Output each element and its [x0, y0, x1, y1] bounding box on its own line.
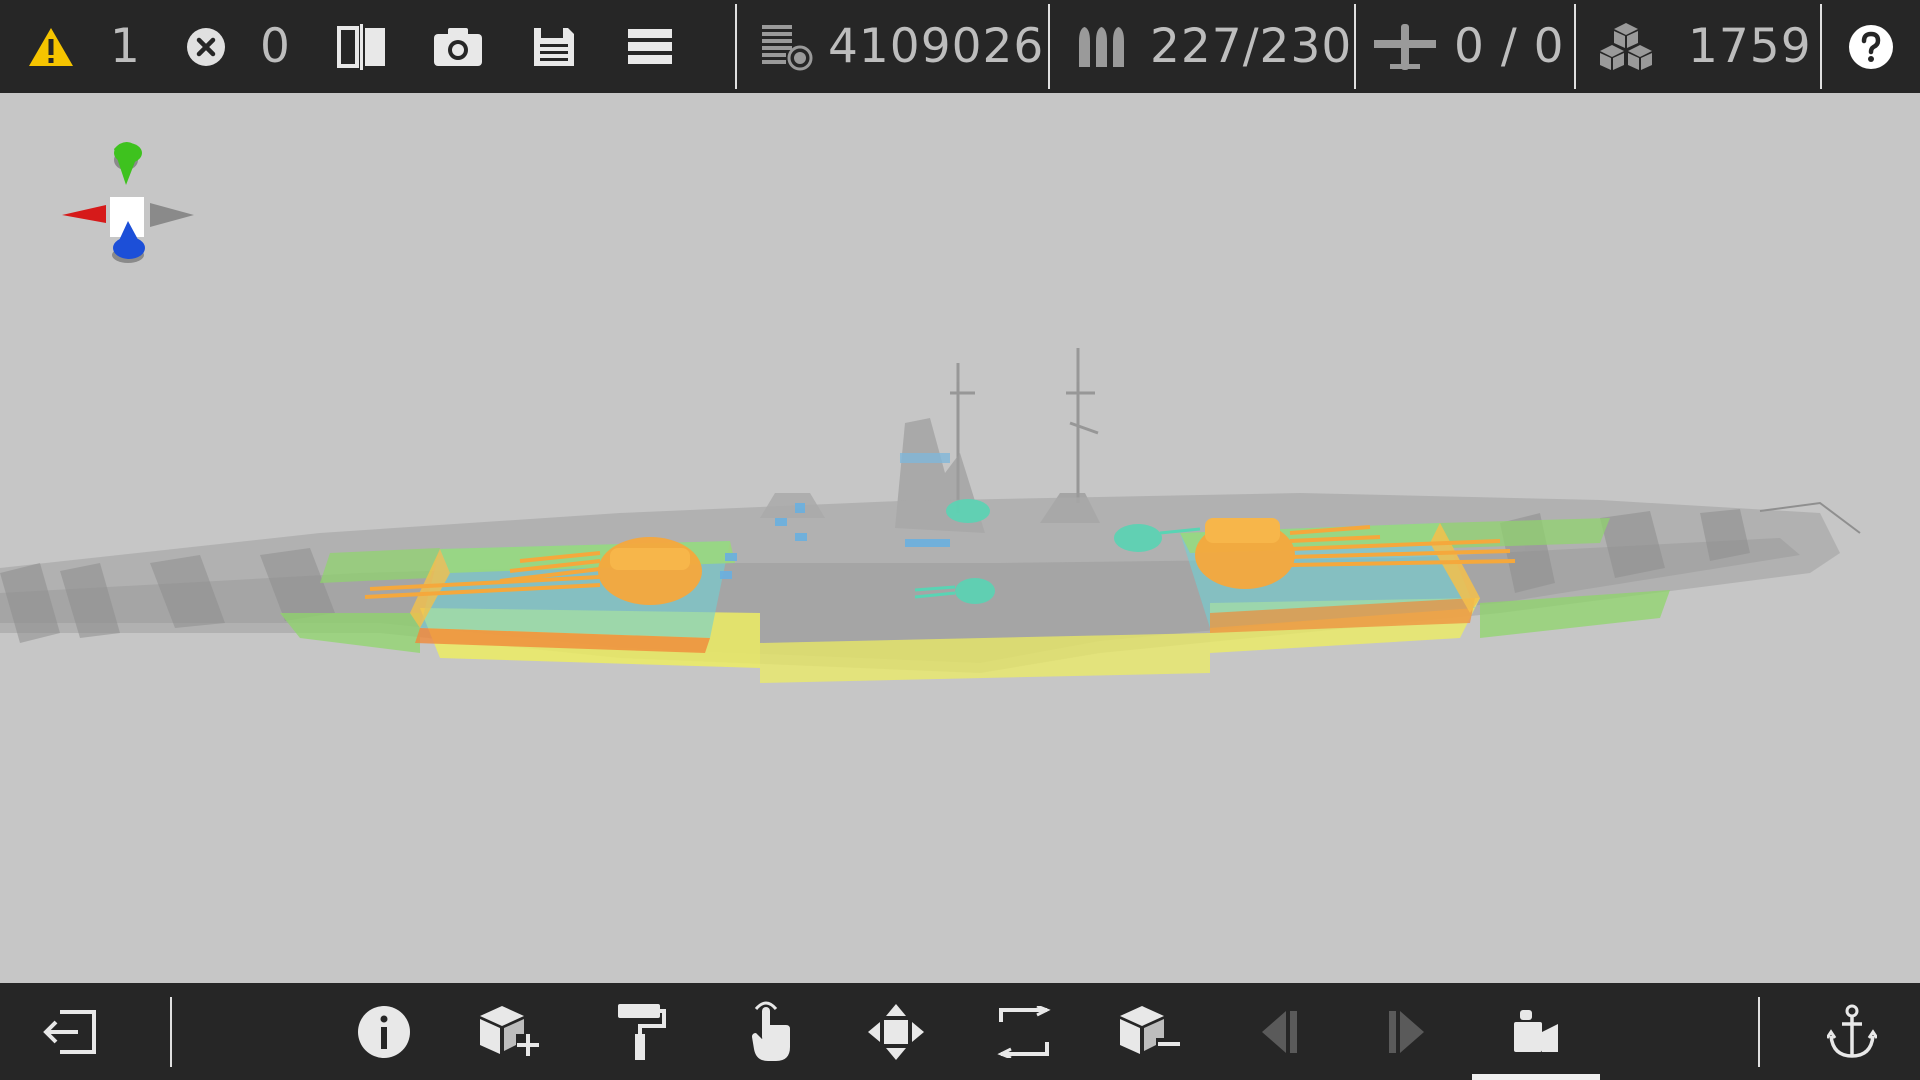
- errors-count: 0: [260, 19, 291, 74]
- battleship-model[interactable]: [0, 93, 1920, 983]
- blocks-icon: [1600, 22, 1652, 70]
- remove-block-icon: [1120, 1005, 1180, 1054]
- next-button[interactable]: [1374, 983, 1438, 1080]
- blocks-value: 1759: [1688, 19, 1812, 74]
- next-icon: [1389, 1010, 1424, 1053]
- warnings-button[interactable]: 1: [28, 0, 141, 93]
- separator: [1048, 4, 1050, 89]
- ammo-value: 227/230: [1150, 19, 1353, 74]
- 3d-viewport[interactable]: [0, 93, 1920, 983]
- add-block-icon: [480, 1005, 539, 1056]
- aircraft-icon: [1374, 23, 1436, 70]
- error-icon: [187, 27, 225, 66]
- cost-stat: 4109026: [760, 0, 1044, 93]
- active-tool-indicator: [1472, 1074, 1600, 1080]
- move-icon: [868, 1003, 924, 1060]
- mirror-icon: [337, 23, 385, 70]
- select-hand-icon: [752, 1001, 790, 1061]
- help-button[interactable]: [1848, 0, 1894, 93]
- previous-button[interactable]: [1248, 983, 1312, 1080]
- separator: [1758, 997, 1760, 1067]
- info-icon: [358, 1005, 410, 1058]
- aircraft-value: 0 / 0: [1454, 19, 1565, 74]
- move-button[interactable]: [864, 983, 928, 1080]
- screenshot-button[interactable]: [432, 0, 484, 93]
- menu-button[interactable]: [628, 0, 672, 93]
- add-block-button[interactable]: [478, 983, 542, 1080]
- separator: [735, 4, 737, 89]
- save-icon: [534, 27, 574, 66]
- separator: [1574, 4, 1576, 89]
- blocks-stat: 1759: [1598, 0, 1812, 93]
- mirror-button[interactable]: [336, 0, 388, 93]
- scale-icon: [997, 1005, 1051, 1058]
- remove-block-button[interactable]: [1118, 983, 1182, 1080]
- ammo-stat: 227/230: [1076, 0, 1352, 93]
- exit-icon: [43, 1009, 96, 1054]
- anchor-button[interactable]: [1820, 983, 1884, 1080]
- cost-value: 4109026: [828, 19, 1045, 74]
- ammo-icon: [1079, 26, 1124, 67]
- camera-view-icon: [1514, 1009, 1558, 1052]
- select-button[interactable]: [740, 983, 804, 1080]
- top-toolbar: 1 0 4109026 227/230 0 / 0 1759: [0, 0, 1920, 93]
- menu-icon: [628, 28, 672, 64]
- separator: [170, 997, 172, 1067]
- save-button[interactable]: [532, 0, 576, 93]
- cost-icon: [762, 24, 813, 70]
- bottom-toolbar: [0, 983, 1920, 1080]
- help-icon: [1849, 24, 1893, 69]
- errors-button[interactable]: 0: [186, 0, 291, 93]
- scale-button[interactable]: [992, 983, 1056, 1080]
- aircraft-stat: 0 / 0: [1372, 0, 1565, 93]
- anchor-icon: [1827, 1004, 1877, 1058]
- warning-icon: [29, 27, 73, 66]
- paint-button[interactable]: [608, 983, 672, 1080]
- paint-roller-icon: [618, 1003, 666, 1060]
- warnings-count: 1: [110, 19, 141, 74]
- previous-icon: [1262, 1010, 1297, 1053]
- camera-view-button[interactable]: [1504, 983, 1568, 1080]
- separator: [1354, 4, 1356, 89]
- exit-button[interactable]: [38, 983, 102, 1080]
- info-button[interactable]: [352, 983, 416, 1080]
- camera-icon: [434, 27, 482, 66]
- separator: [1820, 4, 1822, 89]
